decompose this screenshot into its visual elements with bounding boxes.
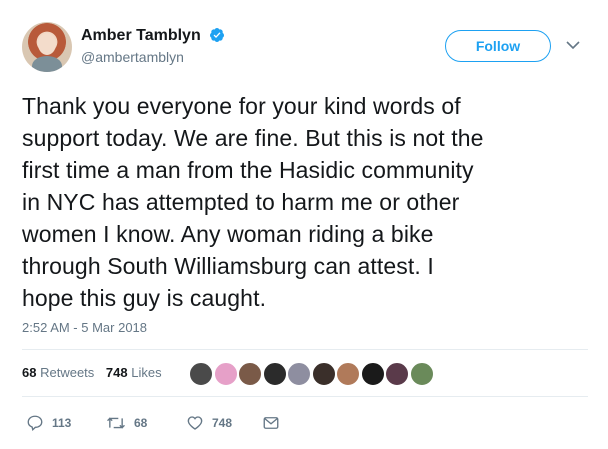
reply-count: 113 [52,416,72,430]
tweet-line: hope this guy is caught. [22,285,267,311]
retweets-stat[interactable]: 68 Retweets [22,365,98,380]
user-handle[interactable]: @ambertamblyn [81,48,225,66]
tweet-line: in NYC has attempted to harm me or other [22,189,460,215]
user-names[interactable]: Amber Tamblyn @ambertamblyn [81,26,225,66]
direct-message-action[interactable] [262,413,288,433]
tweet-header: Amber Tamblyn @ambertamblyn Follow [22,22,592,74]
chevron-down-icon[interactable] [566,40,580,50]
divider [22,396,588,397]
liker-avatar[interactable] [385,362,409,386]
tweet-line: first time a man from the Hasidic commun… [22,157,474,183]
retweets-label: Retweets [40,365,95,380]
retweet-count: 68 [134,416,148,430]
liker-avatar[interactable] [336,362,360,386]
follow-button[interactable]: Follow [445,30,551,62]
envelope-icon [263,417,279,429]
like-count: 748 [212,416,233,430]
liker-avatar[interactable] [360,362,385,386]
liker-avatar[interactable] [238,362,262,386]
likes-count: 748 [105,365,128,380]
tweet-line: Thank you everyone for your kind words o… [22,93,461,119]
divider [22,349,588,350]
tweet-line: women I know. Any woman riding a bike [22,221,434,247]
tweet-line: support today. We are fine. But this is … [22,125,484,151]
avatar-face [38,33,56,55]
retweet-action[interactable]: 68 [106,413,147,433]
retweet-icon [107,417,125,429]
avatar-body [32,56,62,72]
liker-avatar[interactable] [262,362,287,386]
tweet-line: through South Williamsburg can attest. I [22,253,434,279]
display-name[interactable]: Amber Tamblyn [81,26,201,46]
tweet-stats: 68 Retweets 748 Likes [22,365,170,380]
liker-avatar[interactable] [409,362,434,386]
liker-avatar[interactable] [287,362,311,386]
retweets-count: 68 [22,365,37,380]
verified-badge-icon [210,28,225,42]
liker-avatar[interactable] [189,362,213,386]
reply-icon [27,415,43,432]
likes-stat[interactable]: 748 Likes [106,365,162,380]
liker-avatar[interactable] [213,362,238,386]
avatar[interactable] [22,22,72,72]
tweet-actions: 113 68 748 [22,413,322,435]
tweet-timestamp[interactable]: 2:52 AM - 5 Mar 2018 [22,320,147,335]
like-action[interactable]: 748 [186,413,232,433]
heart-icon [187,416,203,430]
likes-label: Likes [131,365,162,380]
liker-avatar[interactable] [311,362,336,386]
reply-action[interactable]: 113 [26,413,71,433]
tweet-text: Thank you everyone for your kind words o… [22,90,588,314]
